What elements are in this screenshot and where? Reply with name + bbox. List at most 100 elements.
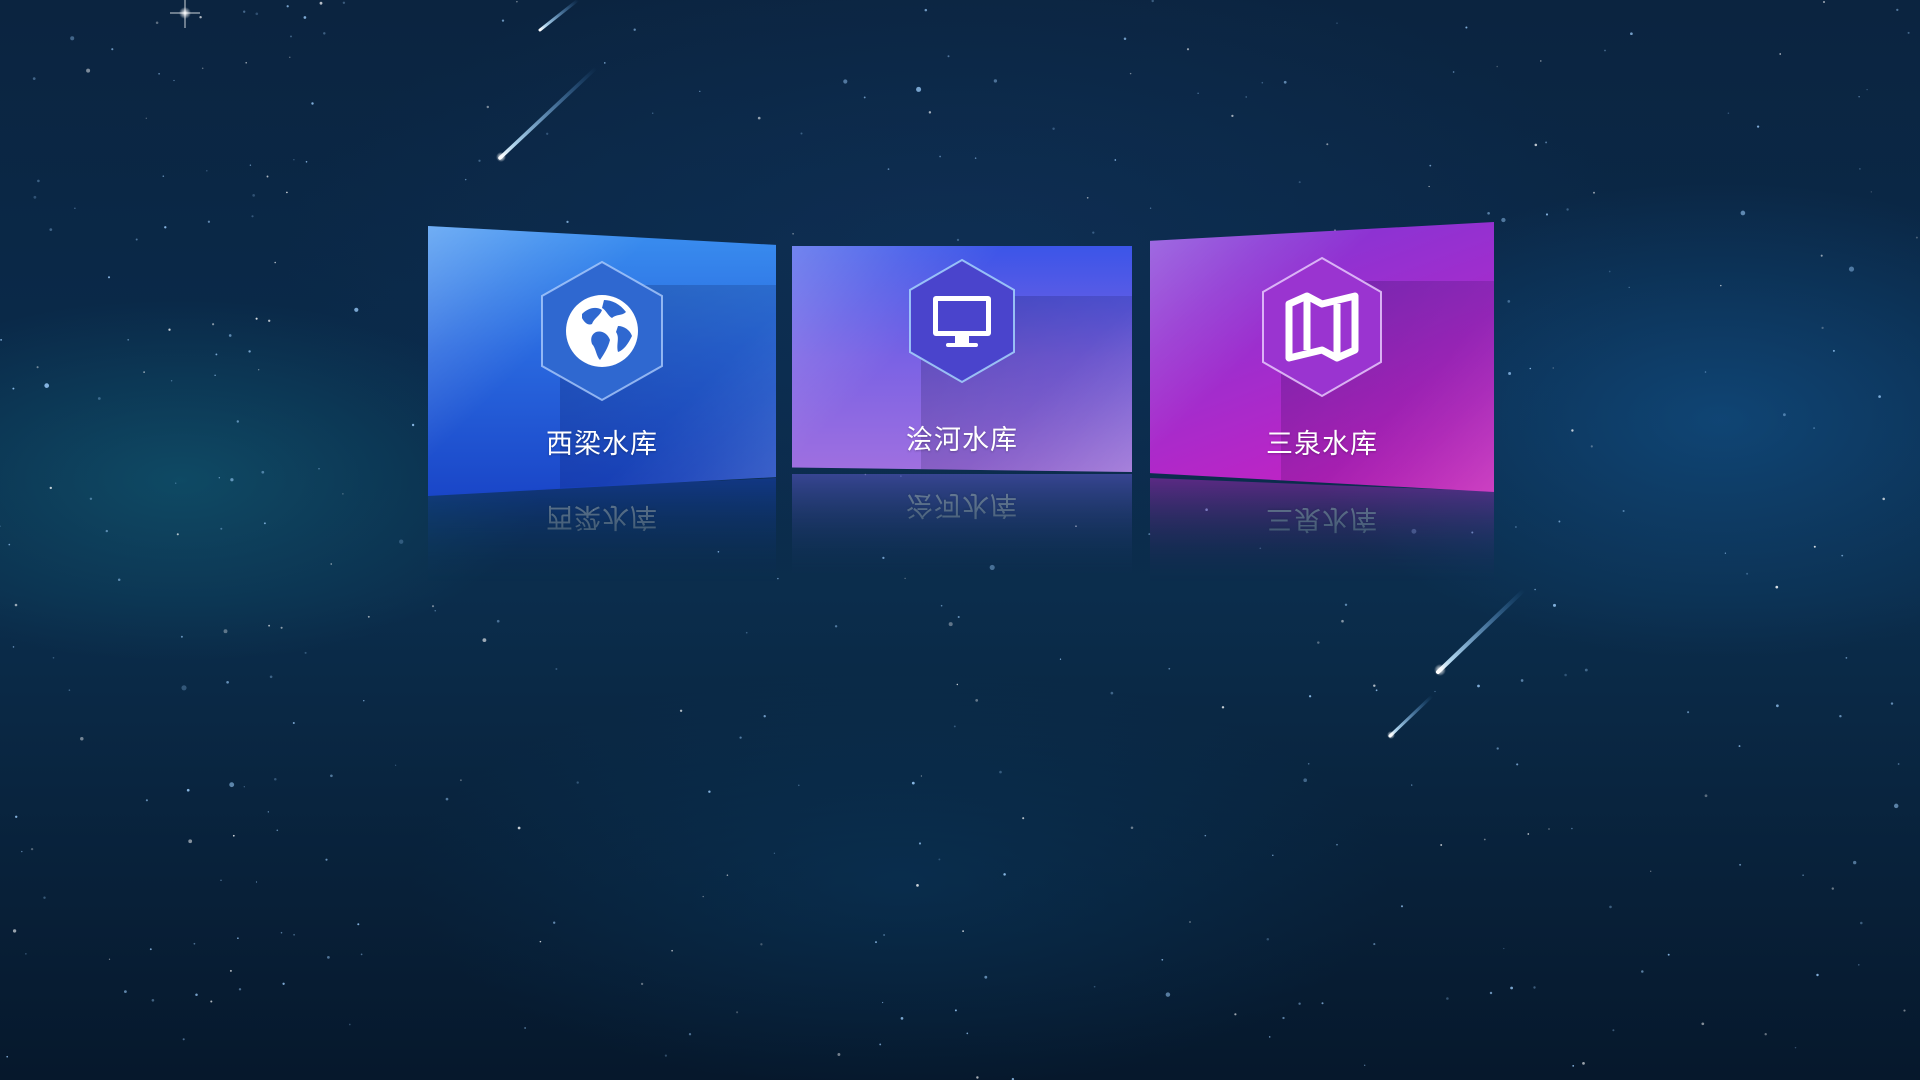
- star: [1870, 191, 1872, 193]
- star: [1547, 827, 1551, 831]
- star: [6, 1055, 8, 1058]
- star: [984, 975, 988, 979]
- star: [0, 339, 2, 341]
- star: [228, 334, 232, 337]
- star: [108, 958, 111, 960]
- star: [887, 168, 890, 170]
- star: [1622, 509, 1625, 513]
- star: [798, 784, 800, 787]
- star: [900, 1017, 904, 1020]
- star: [175, 482, 177, 484]
- star: [255, 881, 258, 883]
- star: [214, 374, 216, 376]
- star: [1508, 372, 1512, 375]
- star: [212, 323, 215, 326]
- star: [43, 896, 46, 899]
- star: [1534, 588, 1536, 591]
- star: [33, 195, 37, 199]
- star: [164, 226, 167, 229]
- star: [566, 220, 569, 224]
- star: [252, 194, 256, 197]
- star: [1608, 270, 1611, 273]
- star: [1775, 585, 1779, 589]
- star: [834, 625, 838, 628]
- star: [431, 605, 435, 608]
- star: [1687, 711, 1690, 714]
- star: [37, 179, 40, 183]
- star: [49, 228, 53, 231]
- star: [330, 774, 333, 778]
- star: [269, 675, 273, 679]
- reservoir-title-reflection: 三泉水库: [1266, 503, 1378, 534]
- star: [576, 781, 579, 784]
- star: [516, 0, 518, 3]
- star: [342, 1, 346, 4]
- star: [1609, 905, 1612, 909]
- star: [1584, 668, 1588, 672]
- star: [52, 656, 55, 659]
- star: [1848, 266, 1855, 272]
- reservoir-card-xiliang[interactable]: 西梁水库: [428, 226, 776, 496]
- star: [875, 941, 877, 944]
- star: [223, 629, 228, 634]
- star: [947, 55, 950, 58]
- star: [155, 21, 159, 24]
- star: [1738, 745, 1741, 748]
- star: [399, 539, 404, 544]
- star: [1189, 921, 1191, 923]
- star: [1540, 60, 1542, 62]
- star: [745, 631, 748, 634]
- star: [229, 782, 235, 788]
- star: [1783, 413, 1786, 417]
- star: [539, 940, 542, 943]
- card-reflection: 西梁水库: [428, 478, 776, 590]
- star: [1740, 210, 1746, 216]
- star: [1440, 844, 1443, 846]
- star: [1165, 992, 1171, 997]
- star: [245, 62, 247, 64]
- star: [1266, 937, 1270, 941]
- star: [1724, 552, 1727, 554]
- star: [1534, 143, 1538, 147]
- star: [173, 79, 175, 82]
- star: [1110, 691, 1114, 695]
- star: [1245, 96, 1247, 98]
- star: [243, 10, 246, 13]
- star: [1667, 953, 1670, 956]
- star: [1813, 427, 1816, 430]
- reservoir-card-sanquan[interactable]: 三泉水库: [1150, 222, 1494, 492]
- star: [1149, 207, 1152, 209]
- star: [357, 923, 360, 926]
- star: [640, 982, 644, 986]
- reservoir-card-huihe[interactable]: 浍河水库: [792, 246, 1132, 472]
- star: [1496, 747, 1499, 750]
- star: [1204, 834, 1207, 837]
- star: [1533, 986, 1536, 989]
- star: [367, 615, 370, 618]
- star: [1582, 1062, 1585, 1065]
- star: [220, 527, 223, 530]
- star: [218, 477, 220, 479]
- star: [1746, 572, 1749, 575]
- star: [773, 852, 776, 854]
- star: [1429, 164, 1432, 167]
- star: [274, 777, 277, 781]
- star: [843, 79, 848, 84]
- star: [486, 105, 490, 109]
- star: [1283, 80, 1287, 84]
- star: [14, 603, 18, 607]
- star: [1915, 236, 1918, 239]
- star: [1336, 843, 1338, 846]
- star: [916, 884, 919, 887]
- star: [999, 770, 1002, 774]
- star: [1059, 658, 1062, 660]
- sparkle-star: [170, 0, 200, 28]
- star: [1151, 0, 1154, 3]
- star: [207, 220, 211, 223]
- star: [1878, 395, 1881, 398]
- star: [176, 533, 179, 536]
- star: [837, 1053, 841, 1056]
- star: [916, 86, 922, 92]
- star: [107, 276, 111, 279]
- star: [360, 953, 363, 956]
